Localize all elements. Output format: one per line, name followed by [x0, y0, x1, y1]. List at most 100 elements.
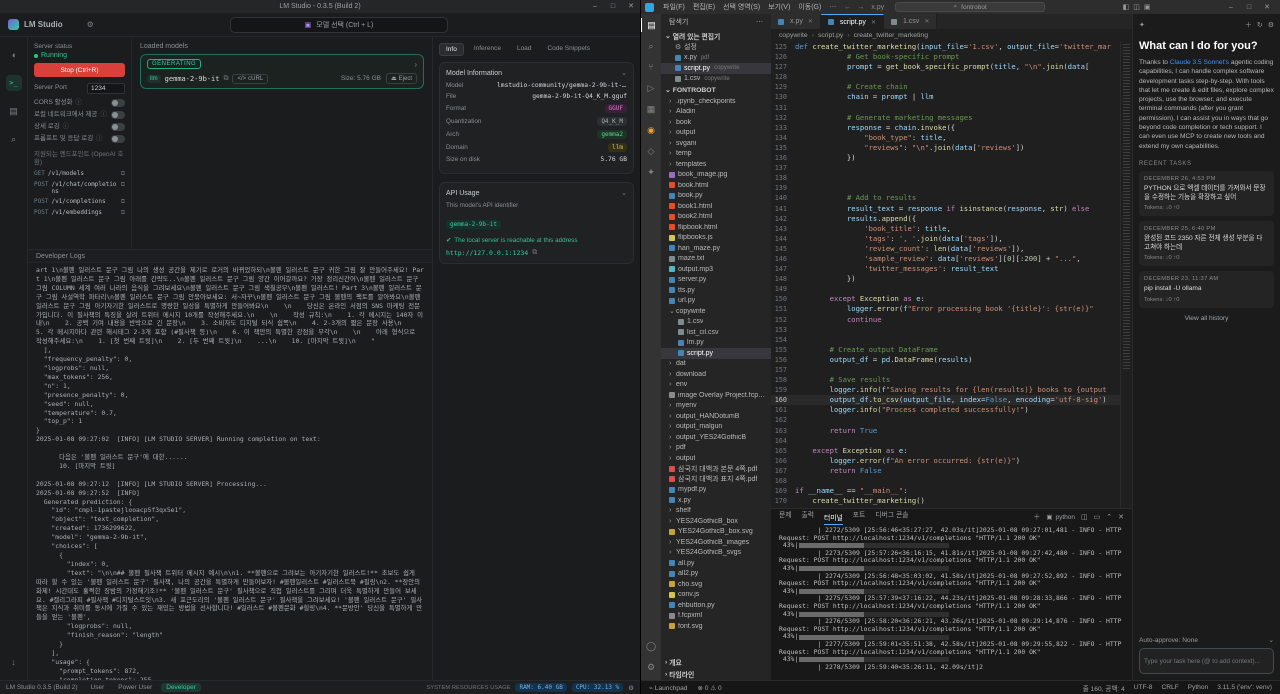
minimap[interactable] — [1120, 42, 1132, 508]
statusbar-item[interactable]: Python — [1188, 684, 1209, 691]
back-arrow-icon[interactable]: ← — [842, 4, 853, 11]
tree-item[interactable]: › temp — [661, 149, 771, 160]
tree-item[interactable]: all.py — [661, 558, 771, 569]
code-line[interactable]: 134 "book_type": title, — [771, 133, 1120, 143]
tree-item[interactable]: › myenv — [661, 401, 771, 412]
code-line[interactable]: 128 — [771, 72, 1120, 82]
task-card[interactable]: DECEMBER 23, 11:37 AM pip install -U olla… — [1139, 271, 1274, 308]
tree-item[interactable]: › YES24GothicB_box — [661, 516, 771, 527]
mode-developer[interactable]: Developer — [161, 683, 201, 692]
statusbar-item[interactable]: UTF-8 — [1134, 684, 1153, 691]
task-card[interactable]: DECEMBER 26, 4:53 PM PYTHON 으로 엑셀 데이터를 가져… — [1139, 170, 1274, 217]
close-icon[interactable]: ✕ — [871, 19, 876, 26]
tree-item[interactable]: 1.csv — [661, 317, 771, 328]
account-icon[interactable]: ◯ — [641, 639, 661, 653]
menu-item[interactable]: 파일(F) — [659, 2, 689, 12]
developer-icon[interactable]: >_ — [5, 75, 22, 91]
code-line[interactable]: 130 chain = prompt | llm — [771, 92, 1120, 102]
mode-power-user[interactable]: Power User — [113, 683, 157, 692]
claude-extension-icon[interactable]: ✦ — [641, 165, 661, 179]
mode-user[interactable]: User — [86, 683, 110, 692]
tree-item[interactable]: book.py — [661, 191, 771, 202]
server-port-input[interactable] — [87, 83, 125, 94]
tree-item[interactable]: book1.html — [661, 201, 771, 212]
panel-tab-출력[interactable]: 출력 — [802, 509, 815, 525]
code-line[interactable]: 164 — [771, 436, 1120, 446]
code-line[interactable]: 169 if __name__ == "__main__": — [771, 486, 1120, 496]
menu-item[interactable]: 선택 영역(S) — [719, 2, 764, 12]
copy-icon[interactable]: ⧉ — [121, 198, 125, 206]
task-card[interactable]: DECEMBER 25, 6:40 PM 완성된 코드 2350 자른 전체 생성… — [1139, 221, 1274, 267]
copy-icon[interactable]: ⧉ — [532, 248, 537, 257]
menu-item[interactable]: … — [825, 2, 840, 12]
tree-item[interactable]: › download — [661, 369, 771, 380]
code-line[interactable]: 144 'tags': ', '.join(data['tags']), — [771, 234, 1120, 244]
editor-tab[interactable]: 1.csv ✕ — [883, 14, 938, 29]
tree-item[interactable]: output.mp3 — [661, 264, 771, 275]
minimize-icon[interactable]: – — [1222, 1, 1240, 14]
code-line[interactable]: 146 'sample_review': data['reviews'][0][… — [771, 254, 1120, 264]
editor-tab[interactable]: x.py ✕ — [771, 14, 821, 29]
download-icon[interactable]: ↓ — [6, 654, 22, 670]
code-line[interactable]: 157 — [771, 365, 1120, 375]
chevron-up-icon[interactable]: ⌃ — [1106, 513, 1112, 521]
api-usage-header[interactable]: API Usage ⌄ — [446, 189, 627, 198]
close-panel-icon[interactable]: ✕ — [1118, 513, 1124, 521]
copy-icon[interactable]: ⧉ — [121, 209, 125, 217]
close-icon[interactable]: ✕ — [622, 0, 640, 13]
search-icon[interactable]: ⌕ — [641, 39, 661, 53]
toggle-sidebar-icon[interactable]: ◫ — [1133, 3, 1140, 11]
wrench-icon[interactable]: ⚙ — [87, 20, 94, 29]
code-editor[interactable]: 125 def create_twitter_marketing(input_fi… — [771, 42, 1132, 508]
code-line[interactable]: 148 }) — [771, 274, 1120, 284]
panel-tab-문제[interactable]: 문제 — [779, 509, 792, 525]
search-icon[interactable]: ⌕ — [6, 131, 22, 147]
developer-logs-content[interactable]: art 1\n볼펜 일러스트 문구 그림 나의 생성 공간을 제기로 로거의 바… — [28, 263, 432, 680]
code-line[interactable]: 150 except Exception as e: — [771, 294, 1120, 304]
code-line[interactable]: 127 prompt = get_book_specific_prompt(ti… — [771, 62, 1120, 72]
panel-tab-포트[interactable]: 포트 — [853, 509, 866, 525]
code-line[interactable]: 152 continue — [771, 315, 1120, 325]
run-debug-icon[interactable]: ▷ — [641, 81, 661, 95]
tree-item[interactable]: 삼국지 대백과 본문 4쪽.pdf — [661, 464, 771, 475]
code-line[interactable]: 166 logger.error(f"An error occurred: {s… — [771, 456, 1120, 466]
toggle-switch[interactable] — [111, 123, 125, 132]
tree-item[interactable]: x.py — [661, 495, 771, 506]
tab-inference[interactable]: Inference — [468, 43, 507, 56]
panel-tab-터미널[interactable]: 터미널 — [824, 509, 843, 525]
menu-item[interactable]: 이동(G) — [794, 2, 825, 12]
tree-item[interactable]: › output_HANDotumB — [661, 411, 771, 422]
tree-item[interactable]: › .ipynb_checkpoints — [661, 96, 771, 107]
toggle-switch[interactable] — [111, 99, 125, 108]
history-icon[interactable]: ↻ — [1257, 21, 1263, 29]
tree-item[interactable]: font.svg — [661, 621, 771, 632]
claude-task-input[interactable] — [1139, 648, 1274, 674]
tree-item[interactable]: › dat — [661, 359, 771, 370]
code-line[interactable]: 165 except Exception as e: — [771, 446, 1120, 456]
jupyter-icon[interactable]: ◉ — [641, 123, 661, 137]
tree-item[interactable]: › svgani — [661, 138, 771, 149]
statusbar-item[interactable]: CRLF — [1161, 684, 1178, 691]
code-line[interactable]: 160 output_df.to_csv(output_file, index=… — [771, 395, 1120, 406]
code-line[interactable]: 167 return False — [771, 466, 1120, 476]
breadcrumb-item[interactable]: copywrite — [779, 32, 808, 39]
eject-button[interactable]: ⏏ Eject — [385, 73, 417, 84]
tab-load[interactable]: Load — [511, 43, 537, 56]
settings-gear-icon[interactable]: ⚙ — [1268, 21, 1274, 29]
code-line[interactable]: 159 logger.info(f"Saving results for {le… — [771, 385, 1120, 395]
open-editor-item[interactable]: 1.csv copywrite — [661, 74, 771, 85]
forward-arrow-icon[interactable]: → — [855, 4, 866, 11]
model-selector[interactable]: ▣ 모델 선택 (Ctrl + L) — [230, 16, 448, 33]
chevron-down-icon[interactable]: ⌄ — [621, 69, 627, 77]
tree-item[interactable]: lm.py — [661, 338, 771, 349]
code-line[interactable]: 138 — [771, 173, 1120, 183]
menu-item[interactable]: 보기(V) — [764, 2, 794, 12]
tree-item[interactable]: › pdf — [661, 443, 771, 454]
tree-item[interactable]: ⌄ copywrite — [661, 306, 771, 317]
tab-info[interactable]: Info — [439, 43, 464, 56]
code-line[interactable]: 162 — [771, 415, 1120, 425]
toggle-switch[interactable] — [111, 135, 125, 144]
code-line[interactable]: 153 — [771, 325, 1120, 335]
more-actions-icon[interactable]: ⋯ — [756, 18, 763, 26]
minimize-icon[interactable]: – — [586, 0, 604, 13]
